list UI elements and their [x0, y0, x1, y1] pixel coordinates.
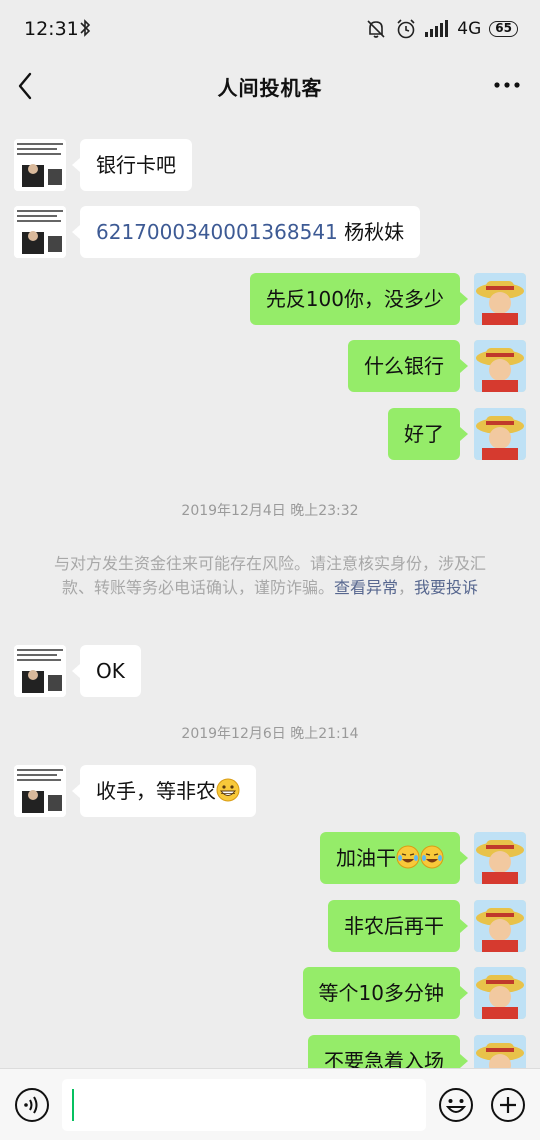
message-text: 先反100你，没多少 — [265, 287, 444, 311]
plus-icon[interactable] — [490, 1087, 526, 1123]
self-avatar[interactable] — [474, 340, 526, 392]
message-text: 银行卡吧 — [96, 153, 176, 177]
input-bar — [0, 1068, 540, 1140]
message-text: 非农后再干 — [344, 914, 444, 938]
message-list[interactable]: 银行卡吧 6217000340001368541 杨秋妹 先反100你，没多少 … — [0, 114, 540, 1068]
laugh-cry-emoji-icon — [420, 845, 444, 869]
risk-notice: 与对方发生资金往来可能存在风险。请注意核实身份，涉及汇款、转账等务必电话确认，谨… — [53, 554, 486, 597]
self-avatar[interactable] — [474, 273, 526, 325]
mute-bell-icon — [367, 20, 385, 38]
text-caret — [72, 1089, 74, 1121]
self-avatar[interactable] — [474, 408, 526, 460]
self-avatar[interactable] — [474, 1035, 526, 1068]
message-text: 什么银行 — [364, 354, 444, 378]
message-bubble[interactable]: 好了 — [388, 408, 468, 460]
message-bubble[interactable]: OK — [72, 645, 141, 697]
battery-indicator: 65 — [489, 21, 518, 37]
self-avatar[interactable] — [474, 900, 526, 952]
message-text: 不要急着入场 — [324, 1049, 444, 1068]
message-bubble[interactable]: 加油干 — [320, 832, 468, 884]
report-link[interactable]: 我要投诉 — [414, 578, 478, 597]
message-bubble[interactable]: 不要急着入场 — [308, 1035, 468, 1068]
message-text: 好了 — [404, 422, 444, 446]
more-dots-icon[interactable] — [490, 70, 524, 100]
message-bubble[interactable]: 收手，等非农 — [72, 765, 256, 817]
message-text: 收手，等非农 — [96, 779, 216, 803]
grin-emoji-icon — [216, 778, 240, 802]
message-bubble[interactable]: 6217000340001368541 杨秋妹 — [71, 206, 421, 258]
contact-avatar[interactable] — [14, 645, 66, 697]
message-bubble[interactable]: 非农后再干 — [328, 900, 468, 952]
status-icons: 4G 65 — [365, 16, 518, 42]
chat-title: 人间投机客 — [217, 76, 323, 100]
message-bubble[interactable]: 银行卡吧 — [72, 139, 192, 191]
message-text: 杨秋妹 — [344, 220, 405, 244]
emoji-icon[interactable] — [438, 1087, 474, 1123]
message-bubble[interactable]: 先反100你，没多少 — [249, 273, 469, 325]
contact-avatar[interactable] — [14, 765, 66, 817]
status-bar: 12:31 4G 65 — [0, 0, 540, 58]
bluetooth-icon — [80, 19, 91, 37]
contact-avatar[interactable] — [14, 206, 66, 258]
message-bubble[interactable]: 什么银行 — [348, 340, 468, 392]
message-text: 等个10多分钟 — [318, 981, 444, 1005]
self-avatar[interactable] — [474, 832, 526, 884]
laugh-cry-emoji-icon — [396, 845, 420, 869]
view-abnormal-link[interactable]: 查看异常 — [334, 578, 398, 597]
account-number-link[interactable]: 6217000340001368541 — [96, 220, 338, 244]
message-bubble[interactable]: 等个10多分钟 — [302, 967, 469, 1019]
timestamp: 2019年12月6日 晚上21:14 — [181, 726, 359, 742]
alarm-icon — [397, 19, 415, 39]
message-text: 加油干 — [336, 846, 396, 870]
message-text: OK — [96, 659, 125, 683]
network-type: 4G — [457, 19, 482, 39]
contact-avatar[interactable] — [14, 139, 66, 191]
voice-icon[interactable] — [14, 1087, 50, 1123]
status-time: 12:31 — [24, 18, 79, 40]
self-avatar[interactable] — [474, 967, 526, 1019]
signal-icon — [425, 20, 449, 37]
message-input[interactable] — [62, 1079, 426, 1131]
timestamp: 2019年12月4日 晚上23:32 — [181, 503, 359, 519]
chat-header: 人间投机客 — [0, 58, 540, 114]
